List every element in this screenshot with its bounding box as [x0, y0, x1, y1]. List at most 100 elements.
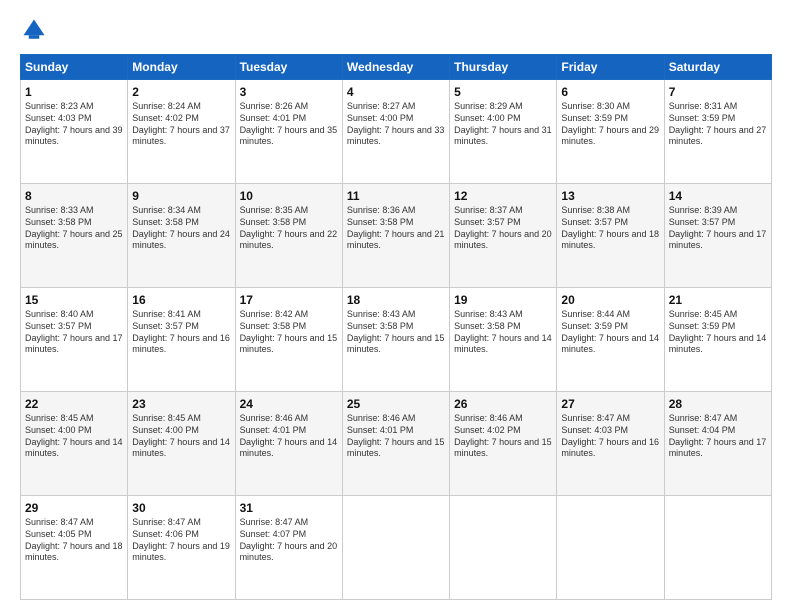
calendar-cell: 21Sunrise: 8:45 AMSunset: 3:59 PMDayligh… — [664, 288, 771, 392]
day-number: 29 — [25, 500, 123, 516]
day-number: 16 — [132, 292, 230, 308]
calendar-day-header: Monday — [128, 55, 235, 80]
cell-content: Sunrise: 8:47 AMSunset: 4:06 PMDaylight:… — [132, 517, 230, 564]
cell-content: Sunrise: 8:45 AMSunset: 4:00 PMDaylight:… — [25, 413, 123, 460]
calendar-cell: 25Sunrise: 8:46 AMSunset: 4:01 PMDayligh… — [342, 392, 449, 496]
calendar-week-row: 29Sunrise: 8:47 AMSunset: 4:05 PMDayligh… — [21, 496, 772, 600]
day-number: 11 — [347, 188, 445, 204]
cell-content: Sunrise: 8:44 AMSunset: 3:59 PMDaylight:… — [561, 309, 659, 356]
calendar-cell: 5Sunrise: 8:29 AMSunset: 4:00 PMDaylight… — [450, 80, 557, 184]
calendar-cell: 22Sunrise: 8:45 AMSunset: 4:00 PMDayligh… — [21, 392, 128, 496]
day-number: 19 — [454, 292, 552, 308]
cell-content: Sunrise: 8:33 AMSunset: 3:58 PMDaylight:… — [25, 205, 123, 252]
day-number: 17 — [240, 292, 338, 308]
cell-content: Sunrise: 8:47 AMSunset: 4:03 PMDaylight:… — [561, 413, 659, 460]
day-number: 25 — [347, 396, 445, 412]
cell-content: Sunrise: 8:31 AMSunset: 3:59 PMDaylight:… — [669, 101, 767, 148]
cell-content: Sunrise: 8:47 AMSunset: 4:07 PMDaylight:… — [240, 517, 338, 564]
day-number: 10 — [240, 188, 338, 204]
cell-content: Sunrise: 8:35 AMSunset: 3:58 PMDaylight:… — [240, 205, 338, 252]
logo-icon — [20, 16, 48, 44]
calendar-cell: 13Sunrise: 8:38 AMSunset: 3:57 PMDayligh… — [557, 184, 664, 288]
calendar-day-header: Wednesday — [342, 55, 449, 80]
cell-content: Sunrise: 8:43 AMSunset: 3:58 PMDaylight:… — [454, 309, 552, 356]
cell-content: Sunrise: 8:46 AMSunset: 4:01 PMDaylight:… — [347, 413, 445, 460]
calendar-cell: 18Sunrise: 8:43 AMSunset: 3:58 PMDayligh… — [342, 288, 449, 392]
calendar-cell: 30Sunrise: 8:47 AMSunset: 4:06 PMDayligh… — [128, 496, 235, 600]
calendar-header-row: SundayMondayTuesdayWednesdayThursdayFrid… — [21, 55, 772, 80]
calendar-cell: 23Sunrise: 8:45 AMSunset: 4:00 PMDayligh… — [128, 392, 235, 496]
cell-content: Sunrise: 8:23 AMSunset: 4:03 PMDaylight:… — [25, 101, 123, 148]
day-number: 28 — [669, 396, 767, 412]
cell-content: Sunrise: 8:45 AMSunset: 3:59 PMDaylight:… — [669, 309, 767, 356]
day-number: 12 — [454, 188, 552, 204]
cell-content: Sunrise: 8:41 AMSunset: 3:57 PMDaylight:… — [132, 309, 230, 356]
calendar-cell: 15Sunrise: 8:40 AMSunset: 3:57 PMDayligh… — [21, 288, 128, 392]
day-number: 22 — [25, 396, 123, 412]
calendar-cell: 8Sunrise: 8:33 AMSunset: 3:58 PMDaylight… — [21, 184, 128, 288]
calendar-cell: 4Sunrise: 8:27 AMSunset: 4:00 PMDaylight… — [342, 80, 449, 184]
calendar-cell: 24Sunrise: 8:46 AMSunset: 4:01 PMDayligh… — [235, 392, 342, 496]
day-number: 30 — [132, 500, 230, 516]
cell-content: Sunrise: 8:45 AMSunset: 4:00 PMDaylight:… — [132, 413, 230, 460]
calendar-cell: 10Sunrise: 8:35 AMSunset: 3:58 PMDayligh… — [235, 184, 342, 288]
calendar-cell: 1Sunrise: 8:23 AMSunset: 4:03 PMDaylight… — [21, 80, 128, 184]
cell-content: Sunrise: 8:24 AMSunset: 4:02 PMDaylight:… — [132, 101, 230, 148]
calendar-cell: 19Sunrise: 8:43 AMSunset: 3:58 PMDayligh… — [450, 288, 557, 392]
day-number: 13 — [561, 188, 659, 204]
day-number: 7 — [669, 84, 767, 100]
calendar-cell: 20Sunrise: 8:44 AMSunset: 3:59 PMDayligh… — [557, 288, 664, 392]
cell-content: Sunrise: 8:46 AMSunset: 4:01 PMDaylight:… — [240, 413, 338, 460]
calendar-day-header: Friday — [557, 55, 664, 80]
day-number: 3 — [240, 84, 338, 100]
day-number: 21 — [669, 292, 767, 308]
calendar-cell: 17Sunrise: 8:42 AMSunset: 3:58 PMDayligh… — [235, 288, 342, 392]
cell-content: Sunrise: 8:46 AMSunset: 4:02 PMDaylight:… — [454, 413, 552, 460]
day-number: 31 — [240, 500, 338, 516]
calendar-cell: 3Sunrise: 8:26 AMSunset: 4:01 PMDaylight… — [235, 80, 342, 184]
day-number: 18 — [347, 292, 445, 308]
calendar-cell: 9Sunrise: 8:34 AMSunset: 3:58 PMDaylight… — [128, 184, 235, 288]
calendar-cell: 6Sunrise: 8:30 AMSunset: 3:59 PMDaylight… — [557, 80, 664, 184]
calendar-week-row: 1Sunrise: 8:23 AMSunset: 4:03 PMDaylight… — [21, 80, 772, 184]
page: SundayMondayTuesdayWednesdayThursdayFrid… — [0, 0, 792, 612]
calendar-cell: 28Sunrise: 8:47 AMSunset: 4:04 PMDayligh… — [664, 392, 771, 496]
calendar-cell: 27Sunrise: 8:47 AMSunset: 4:03 PMDayligh… — [557, 392, 664, 496]
calendar-day-header: Sunday — [21, 55, 128, 80]
calendar-cell: 26Sunrise: 8:46 AMSunset: 4:02 PMDayligh… — [450, 392, 557, 496]
cell-content: Sunrise: 8:47 AMSunset: 4:05 PMDaylight:… — [25, 517, 123, 564]
calendar-cell: 16Sunrise: 8:41 AMSunset: 3:57 PMDayligh… — [128, 288, 235, 392]
header — [20, 16, 772, 44]
calendar-cell — [557, 496, 664, 600]
cell-content: Sunrise: 8:40 AMSunset: 3:57 PMDaylight:… — [25, 309, 123, 356]
calendar-day-header: Tuesday — [235, 55, 342, 80]
day-number: 27 — [561, 396, 659, 412]
calendar-cell: 11Sunrise: 8:36 AMSunset: 3:58 PMDayligh… — [342, 184, 449, 288]
cell-content: Sunrise: 8:36 AMSunset: 3:58 PMDaylight:… — [347, 205, 445, 252]
cell-content: Sunrise: 8:38 AMSunset: 3:57 PMDaylight:… — [561, 205, 659, 252]
cell-content: Sunrise: 8:43 AMSunset: 3:58 PMDaylight:… — [347, 309, 445, 356]
cell-content: Sunrise: 8:42 AMSunset: 3:58 PMDaylight:… — [240, 309, 338, 356]
cell-content: Sunrise: 8:34 AMSunset: 3:58 PMDaylight:… — [132, 205, 230, 252]
cell-content: Sunrise: 8:47 AMSunset: 4:04 PMDaylight:… — [669, 413, 767, 460]
calendar-cell — [450, 496, 557, 600]
calendar-day-header: Saturday — [664, 55, 771, 80]
day-number: 24 — [240, 396, 338, 412]
day-number: 15 — [25, 292, 123, 308]
cell-content: Sunrise: 8:26 AMSunset: 4:01 PMDaylight:… — [240, 101, 338, 148]
day-number: 20 — [561, 292, 659, 308]
calendar-cell — [664, 496, 771, 600]
calendar-cell: 2Sunrise: 8:24 AMSunset: 4:02 PMDaylight… — [128, 80, 235, 184]
calendar-cell — [342, 496, 449, 600]
cell-content: Sunrise: 8:29 AMSunset: 4:00 PMDaylight:… — [454, 101, 552, 148]
cell-content: Sunrise: 8:27 AMSunset: 4:00 PMDaylight:… — [347, 101, 445, 148]
day-number: 26 — [454, 396, 552, 412]
day-number: 6 — [561, 84, 659, 100]
day-number: 1 — [25, 84, 123, 100]
day-number: 4 — [347, 84, 445, 100]
calendar-week-row: 15Sunrise: 8:40 AMSunset: 3:57 PMDayligh… — [21, 288, 772, 392]
day-number: 5 — [454, 84, 552, 100]
calendar-cell: 29Sunrise: 8:47 AMSunset: 4:05 PMDayligh… — [21, 496, 128, 600]
day-number: 23 — [132, 396, 230, 412]
calendar-cell: 14Sunrise: 8:39 AMSunset: 3:57 PMDayligh… — [664, 184, 771, 288]
